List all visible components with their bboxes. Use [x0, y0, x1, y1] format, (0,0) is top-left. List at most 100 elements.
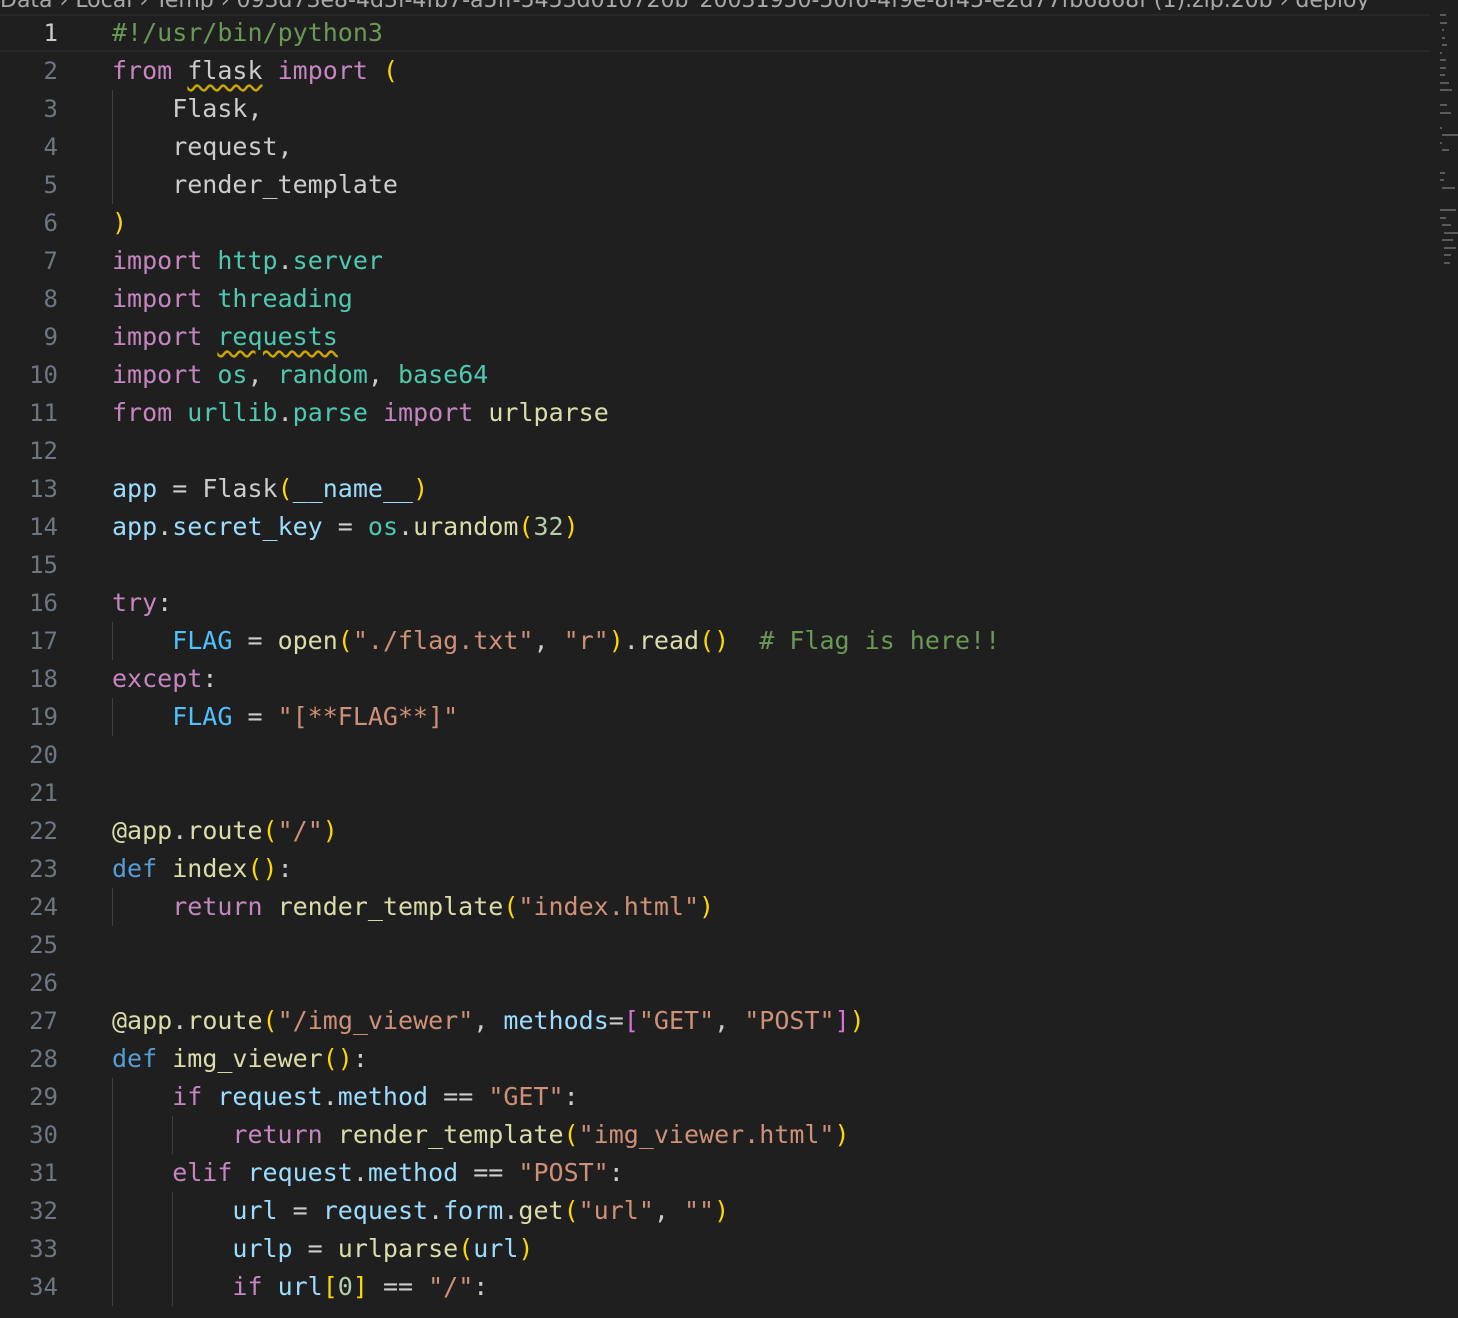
code-line[interactable]: 4 request, — [0, 128, 1430, 166]
code-text[interactable]: url = request.form.get("url", "") — [232, 1192, 729, 1230]
code-text[interactable]: app.secret_key = os.urandom(32) — [112, 508, 579, 546]
code-token: index — [172, 854, 248, 883]
code-token: , — [653, 1196, 684, 1225]
code-line[interactable]: 33 urlp = urlparse(url) — [0, 1230, 1430, 1268]
code-text[interactable]: @app.route("/") — [112, 812, 338, 850]
code-token: ( — [277, 474, 293, 503]
code-line[interactable]: 31 elif request.method == "POST": — [0, 1154, 1430, 1192]
minimap-line — [1444, 254, 1451, 256]
code-line[interactable]: 14 app.secret_key = os.urandom(32) — [0, 508, 1430, 546]
minimap-line — [1442, 44, 1448, 46]
code-line[interactable]: 23 def index(): — [0, 850, 1430, 888]
code-line[interactable]: 2 from flask import ( — [0, 52, 1430, 90]
line-number: 20 — [29, 741, 58, 769]
code-text[interactable]: elif request.method == "POST": — [172, 1154, 624, 1192]
code-line[interactable]: 32 url = request.form.get("url", "") — [0, 1192, 1430, 1230]
code-text[interactable]: return render_template("index.html") — [172, 888, 714, 926]
code-text[interactable]: import http.server — [112, 242, 383, 280]
code-text[interactable]: #!/usr/bin/python3 — [112, 14, 383, 52]
code-line[interactable]: 18 except: — [0, 660, 1430, 698]
line-number: 25 — [29, 931, 58, 959]
breadcrumb-path[interactable]: Data › Local › Temp › 093d73e8-4d3f-4fb7… — [0, 0, 1370, 10]
code-token: from — [112, 56, 173, 85]
minimap-line — [1440, 209, 1456, 211]
code-line[interactable]: 16 try: — [0, 584, 1430, 622]
code-text[interactable]: def index(): — [112, 850, 293, 888]
code-text[interactable]: render_template — [172, 166, 398, 204]
code-text[interactable]: import requests — [112, 318, 338, 356]
line-number: 32 — [29, 1197, 58, 1225]
code-line[interactable]: 30 return render_template("img_viewer.htm… — [0, 1116, 1430, 1154]
code-line[interactable]: 26 — [0, 964, 1430, 1002]
code-token: ( — [262, 1006, 278, 1035]
code-line[interactable]: 1 #!/usr/bin/python3 — [0, 14, 1430, 52]
line-number: 10 — [29, 361, 58, 389]
code-line[interactable]: 8 import threading — [0, 280, 1430, 318]
code-token: , — [473, 1006, 504, 1035]
code-text[interactable]: from flask import ( — [112, 52, 398, 90]
code-token: : — [202, 664, 218, 693]
indent-guide — [172, 1116, 174, 1154]
minimap[interactable] — [1440, 14, 1458, 274]
code-line[interactable]: 27 @app.route("/img_viewer", methods=["GE… — [0, 1002, 1430, 1040]
code-token: , — [247, 360, 278, 389]
indent-guide — [172, 1192, 174, 1230]
code-line[interactable]: 25 — [0, 926, 1430, 964]
code-text[interactable]: urlp = urlparse(url) — [232, 1230, 533, 1268]
code-line[interactable]: 29 if request.method == "GET": — [0, 1078, 1430, 1116]
code-line[interactable]: 3 Flask, — [0, 90, 1430, 128]
code-line[interactable]: 15 — [0, 546, 1430, 584]
indent-guide — [112, 90, 113, 128]
code-token: ) — [834, 1120, 850, 1149]
code-text[interactable]: request, — [172, 128, 292, 166]
code-line[interactable]: 22 @app.route("/") — [0, 812, 1430, 850]
code-text[interactable]: if url[0] == "/": — [232, 1268, 488, 1306]
code-token: parse — [292, 398, 368, 427]
minimap-line — [1442, 149, 1449, 151]
code-token: read — [638, 626, 700, 655]
code-text[interactable]: return render_template("img_viewer.html"… — [232, 1116, 849, 1154]
code-line[interactable]: 11 from urllib.parse import urlparse — [0, 394, 1430, 432]
code-line[interactable]: 12 — [0, 432, 1430, 470]
code-text[interactable]: app = Flask(__name__) — [112, 470, 428, 508]
code-line[interactable]: 34 if url[0] == "/": — [0, 1268, 1430, 1306]
code-line[interactable]: 24 return render_template("index.html") — [0, 888, 1430, 926]
code-text[interactable]: FLAG = open("./flag.txt", "r").read() # … — [172, 622, 1000, 660]
code-text[interactable]: @app.route("/img_viewer", methods=["GET"… — [112, 1002, 865, 1040]
code-token: #!/usr/bin/python3 — [112, 18, 383, 47]
code-line[interactable]: 5 render_template — [0, 166, 1430, 204]
code-line[interactable]: 6) — [0, 204, 1430, 242]
code-line[interactable]: 10 import os, random, base64 — [0, 356, 1430, 394]
code-token: = — [232, 626, 278, 655]
code-line[interactable]: 19 FLAG = "[**FLAG**]" — [0, 698, 1430, 736]
code-editor[interactable]: 1 #!/usr/bin/python3 2 from flask import (3… — [0, 14, 1430, 1318]
code-token: base64 — [398, 360, 489, 389]
code-line[interactable]: 9 import requests — [0, 318, 1430, 356]
code-text[interactable]: def img_viewer(): — [112, 1040, 368, 1078]
code-token: ( — [563, 1120, 579, 1149]
code-line[interactable]: 13 app = Flask(__name__) — [0, 470, 1430, 508]
breadcrumb[interactable]: Data › Local › Temp › 093d73e8-4d3f-4fb7… — [0, 0, 1430, 10]
code-text[interactable]: import threading — [112, 280, 353, 318]
code-text[interactable]: try: — [112, 584, 172, 622]
code-text[interactable]: except: — [112, 660, 217, 698]
code-text[interactable]: from urllib.parse import urlparse — [112, 394, 609, 432]
code-line[interactable]: 21 — [0, 774, 1430, 812]
minimap-line — [1440, 74, 1446, 76]
code-text[interactable]: if request.method == "GET": — [172, 1078, 578, 1116]
code-token: () — [247, 854, 278, 883]
code-text[interactable]: import os, random, base64 — [112, 356, 488, 394]
code-token: [ — [322, 1272, 338, 1301]
code-token: "index.html" — [518, 892, 700, 921]
code-line[interactable]: 17 FLAG = open("./flag.txt", "r").read() … — [0, 622, 1430, 660]
code-line[interactable]: 20 — [0, 736, 1430, 774]
code-text[interactable]: ) — [112, 204, 127, 242]
code-line[interactable]: 28 def img_viewer(): — [0, 1040, 1430, 1078]
code-text[interactable]: FLAG = "[**FLAG**]" — [172, 698, 458, 736]
code-line[interactable]: 7 import http.server — [0, 242, 1430, 280]
minimap-line — [1440, 141, 1443, 144]
minimap-line — [1440, 59, 1447, 61]
code-token: requests — [217, 322, 338, 351]
code-text[interactable]: Flask, — [172, 90, 262, 128]
